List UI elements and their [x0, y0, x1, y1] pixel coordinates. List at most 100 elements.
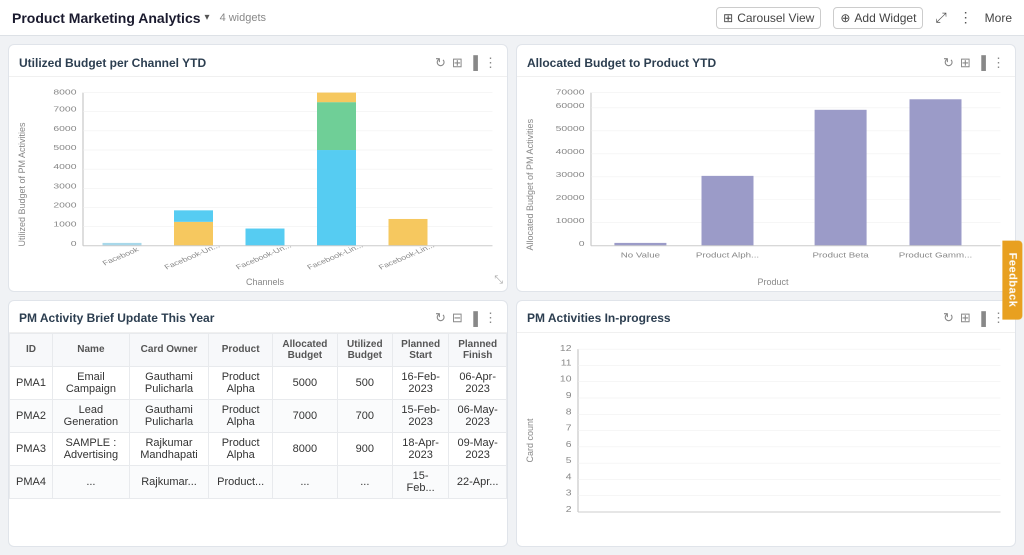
carousel-view-button[interactable]: ⊞ Carousel View — [716, 7, 821, 29]
refresh-icon[interactable]: ↻ — [435, 310, 446, 326]
table-cell: 15-Feb... — [392, 465, 448, 498]
table-row: PMA3SAMPLE : AdvertisingRajkumar Mandhap… — [10, 432, 507, 465]
widget4-chart: 2 3 4 5 6 7 8 9 10 11 12 — [539, 339, 1007, 543]
more-icon[interactable]: ⋮ — [484, 55, 497, 71]
table-cell: Product Alpha — [209, 366, 273, 399]
table-cell: PMA4 — [10, 465, 53, 498]
widget-count: 4 widgets — [220, 12, 266, 24]
widget1-body: Utilized Budget of PM Activities 0 1000 … — [9, 77, 507, 291]
svg-text:50000: 50000 — [556, 124, 585, 132]
widget3-body: ID Name Card Owner Product Allocated Bud… — [9, 333, 507, 547]
widget-pm-activity-brief: PM Activity Brief Update This Year ↻ ⊟ ▐… — [8, 300, 508, 548]
table-icon[interactable]: ⊟ — [452, 310, 463, 326]
table-cell: PMA2 — [10, 399, 53, 432]
table-cell: 06-May-2023 — [449, 399, 507, 432]
pm-activity-table: ID Name Card Owner Product Allocated Bud… — [9, 333, 507, 499]
table-icon[interactable]: ⊞ — [960, 55, 971, 71]
widget2-header: Allocated Budget to Product YTD ↻ ⊞ ▐ ⋮ — [517, 45, 1015, 77]
table-cell: Product Alpha — [209, 399, 273, 432]
table-cell: 8000 — [273, 432, 338, 465]
table-icon[interactable]: ⊞ — [452, 55, 463, 71]
feedback-tab[interactable]: Feedback — [1003, 241, 1023, 320]
svg-text:6: 6 — [566, 439, 572, 448]
expand-icon[interactable]: ⤢ — [935, 9, 946, 26]
svg-text:20000: 20000 — [556, 193, 585, 201]
table-icon[interactable]: ⊞ — [960, 310, 971, 326]
widget3-actions: ↻ ⊟ ▐ ⋮ — [435, 310, 497, 326]
expand-icon[interactable]: ⤡ — [494, 274, 503, 287]
svg-text:1000: 1000 — [53, 220, 76, 228]
svg-text:5: 5 — [566, 456, 572, 465]
table-cell: PMA3 — [10, 432, 53, 465]
table-row: PMA4...Rajkumar...Product.........15-Feb… — [10, 465, 507, 498]
table-cell: ... — [52, 465, 129, 498]
table-cell: 900 — [337, 432, 392, 465]
svg-text:Product Gamm...: Product Gamm... — [899, 251, 973, 259]
widget2-title: Allocated Budget to Product YTD — [527, 56, 943, 70]
widget1-x-axis: Channels — [31, 277, 499, 287]
svg-text:8000: 8000 — [53, 88, 76, 96]
widget2-actions: ↻ ⊞ ▐ ⋮ — [943, 55, 1005, 71]
widget-allocated-budget: Allocated Budget to Product YTD ↻ ⊞ ▐ ⋮ … — [516, 44, 1016, 292]
top-bar: Product Marketing Analytics ▾ 4 widgets … — [0, 0, 1024, 36]
svg-text:No Value: No Value — [621, 251, 661, 259]
table-cell: Lead Generation — [52, 399, 129, 432]
svg-text:Product Alph...: Product Alph... — [696, 251, 759, 259]
table-cell: 15-Feb-2023 — [392, 399, 448, 432]
col-id: ID — [10, 333, 53, 366]
bar-icon[interactable]: ▐ — [977, 55, 986, 70]
widget2-chart: 0 10000 20000 30000 40000 50000 60000 70… — [539, 83, 1007, 275]
title-dropdown-icon[interactable]: ▾ — [205, 12, 210, 23]
svg-text:0: 0 — [71, 239, 77, 247]
widget4-body: Card count 2 3 4 5 6 7 8 9 10 — [517, 333, 1015, 547]
svg-text:Product Beta: Product Beta — [812, 251, 869, 259]
svg-text:2000: 2000 — [53, 201, 76, 209]
svg-text:9: 9 — [566, 391, 572, 400]
dashboard-grid: Utilized Budget per Channel YTD ↻ ⊞ ▐ ⋮ … — [0, 36, 1024, 555]
add-widget-button[interactable]: ⊕ Add Widget — [833, 7, 923, 29]
svg-text:8: 8 — [566, 407, 572, 416]
table-cell: 16-Feb-2023 — [392, 366, 448, 399]
more-icon[interactable]: ⋮ — [484, 310, 497, 326]
table-cell: SAMPLE : Advertising — [52, 432, 129, 465]
svg-text:10000: 10000 — [556, 216, 585, 224]
dashboard-title: Product Marketing Analytics — [12, 10, 201, 26]
col-planned-finish: Planned Finish — [449, 333, 507, 366]
refresh-icon[interactable]: ↻ — [435, 55, 446, 71]
table-cell: 500 — [337, 366, 392, 399]
table-cell: Product Alpha — [209, 432, 273, 465]
bar-icon[interactable]: ▐ — [469, 311, 478, 326]
table-cell: 7000 — [273, 399, 338, 432]
svg-text:3: 3 — [566, 488, 572, 497]
svg-text:12: 12 — [560, 344, 572, 353]
table-cell: ... — [273, 465, 338, 498]
table-cell: Rajkumar... — [129, 465, 208, 498]
svg-text:5000: 5000 — [53, 143, 76, 151]
more-icon[interactable]: ⋮ — [992, 55, 1005, 71]
refresh-icon[interactable]: ↻ — [943, 310, 954, 326]
table-cell: 5000 — [273, 366, 338, 399]
svg-text:7: 7 — [566, 423, 572, 432]
widget1-header: Utilized Budget per Channel YTD ↻ ⊞ ▐ ⋮ — [9, 45, 507, 77]
svg-text:0: 0 — [579, 239, 585, 247]
table-cell: Rajkumar Mandhapati — [129, 432, 208, 465]
widget2-body: Allocated Budget of PM Activities 0 1000… — [517, 77, 1015, 291]
widget-utilized-budget: Utilized Budget per Channel YTD ↻ ⊞ ▐ ⋮ … — [8, 44, 508, 292]
table-cell: 09-May-2023 — [449, 432, 507, 465]
more-label[interactable]: More — [985, 11, 1012, 25]
widget1-y-axis: Utilized Budget of PM Activities — [17, 83, 27, 287]
top-bar-actions: ⊞ Carousel View ⊕ Add Widget ⤢ ⋮ More — [716, 7, 1012, 29]
table-cell: Gauthami Pulicharla — [129, 399, 208, 432]
table-cell: Email Campaign — [52, 366, 129, 399]
bar-icon[interactable]: ▐ — [469, 55, 478, 70]
more-icon[interactable]: ⋮ — [959, 9, 973, 26]
svg-text:11: 11 — [561, 358, 572, 367]
table-cell: 18-Apr-2023 — [392, 432, 448, 465]
widget1-chart: 0 1000 2000 3000 4000 5000 6000 7000 800… — [31, 83, 499, 275]
col-card-owner: Card Owner — [129, 333, 208, 366]
refresh-icon[interactable]: ↻ — [943, 55, 954, 71]
table-cell: 06-Apr-2023 — [449, 366, 507, 399]
table-row: PMA2Lead GenerationGauthami PulicharlaPr… — [10, 399, 507, 432]
widget1-title: Utilized Budget per Channel YTD — [19, 56, 435, 70]
bar-icon[interactable]: ▐ — [977, 311, 986, 326]
